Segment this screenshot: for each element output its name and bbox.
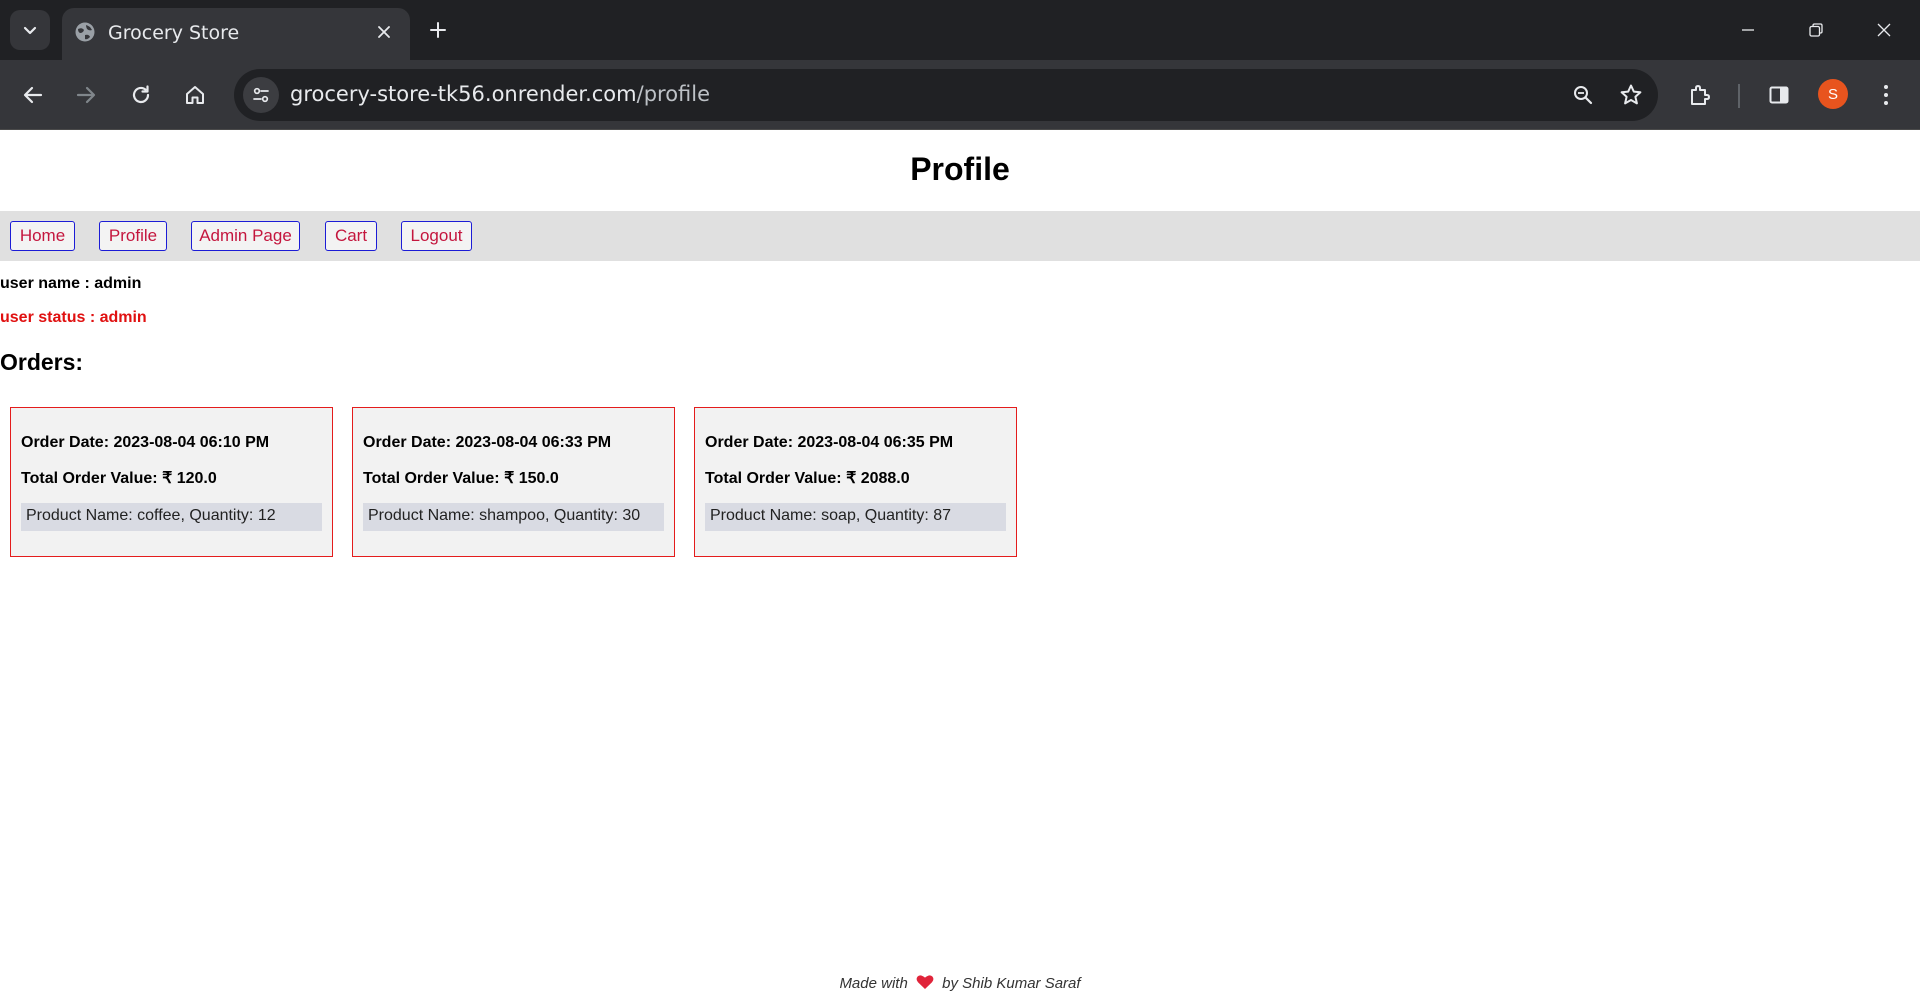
extensions-button[interactable] [1680, 75, 1720, 115]
tab-title: Grocery Store [108, 22, 240, 44]
order-date: Order Date: 2023-08-04 06:35 PM [705, 434, 954, 451]
tab-close-button[interactable] [372, 20, 396, 44]
forward-button[interactable] [66, 75, 106, 115]
side-panel-icon [1769, 86, 1789, 104]
forward-arrow-icon [76, 86, 96, 104]
nav-cart-button[interactable]: Cart [325, 221, 377, 251]
zoom-icon [1574, 86, 1593, 105]
url-path: /profile [636, 82, 711, 106]
profile-avatar[interactable]: S [1818, 79, 1848, 109]
address-bar[interactable]: grocery-store-tk56.onrender.com/profile [234, 69, 1658, 121]
globe-icon [75, 22, 95, 42]
star-icon [1620, 84, 1642, 105]
browser-toolbar: grocery-store-tk56.onrender.com/profile [0, 60, 1920, 130]
site-info-button[interactable] [243, 77, 279, 113]
user-name-text: user name : admin [0, 275, 142, 292]
close-icon [1877, 23, 1891, 37]
order-total: Total Order Value: ₹ 2088.0 [705, 470, 910, 487]
kebab-menu-icon [1884, 85, 1888, 105]
order-date: Order Date: 2023-08-04 06:10 PM [21, 434, 270, 451]
toolbar-divider [1738, 84, 1740, 108]
new-tab-button[interactable] [422, 14, 454, 46]
side-panel-button[interactable] [1759, 75, 1799, 115]
order-card: Order Date: 2023-08-04 06:33 PM Total Or… [352, 407, 675, 557]
window-close-button[interactable] [1862, 10, 1906, 50]
browser-menu-button[interactable] [1866, 75, 1906, 115]
minimize-icon [1742, 29, 1754, 31]
page-viewport: Profile Home Profile Admin Page Cart Log… [0, 131, 1920, 996]
close-icon [378, 26, 390, 38]
order-item: Product Name: shampoo, Quantity: 30 [363, 503, 664, 531]
home-icon [186, 86, 204, 104]
back-button[interactable] [13, 75, 53, 115]
page-title: Profile [910, 151, 1010, 187]
order-item: Product Name: soap, Quantity: 87 [705, 503, 1006, 531]
restore-button[interactable] [1794, 10, 1838, 50]
nav-logout-button[interactable]: Logout [401, 221, 472, 251]
bookmark-button[interactable] [1615, 79, 1647, 111]
reload-icon [132, 85, 150, 104]
order-item: Product Name: coffee, Quantity: 12 [21, 503, 322, 531]
reload-button[interactable] [121, 75, 161, 115]
zoom-button[interactable] [1567, 79, 1599, 111]
back-arrow-icon [23, 86, 43, 104]
plus-icon [430, 22, 446, 38]
nav-profile-button[interactable]: Profile [99, 221, 167, 251]
order-total: Total Order Value: ₹ 150.0 [363, 470, 559, 487]
browser-tab-active[interactable]: Grocery Store [62, 8, 410, 60]
tab-search-button[interactable] [10, 10, 50, 50]
browser-tabstrip: Grocery Store [0, 0, 1920, 60]
order-date: Order Date: 2023-08-04 06:33 PM [363, 434, 612, 451]
orders-heading: Orders: [0, 349, 84, 375]
home-button[interactable] [175, 75, 215, 115]
site-info-icon [253, 87, 269, 103]
page-footer: Made with by Shib Kumar Saraf [0, 974, 1920, 992]
minimize-button[interactable] [1726, 10, 1770, 50]
url-host: grocery-store-tk56.onrender.com [290, 82, 637, 106]
footer-text-before: Made with [839, 975, 908, 992]
user-status-text: user status : admin [0, 309, 147, 326]
order-total: Total Order Value: ₹ 120.0 [21, 470, 217, 487]
extensions-icon [1691, 85, 1710, 105]
nav-bar: Home Profile Admin Page Cart Logout [0, 211, 1920, 261]
url-text[interactable]: grocery-store-tk56.onrender.com/profile [290, 82, 710, 106]
order-card: Order Date: 2023-08-04 06:35 PM Total Or… [694, 407, 1017, 557]
nav-admin-page-button[interactable]: Admin Page [191, 221, 300, 251]
footer-text-after: by Shib Kumar Saraf [942, 975, 1081, 992]
restore-icon [1809, 23, 1823, 37]
order-card: Order Date: 2023-08-04 06:10 PM Total Or… [10, 407, 333, 557]
heart-icon [916, 975, 934, 989]
nav-home-button[interactable]: Home [10, 221, 75, 251]
tab-search-icon [23, 26, 37, 35]
